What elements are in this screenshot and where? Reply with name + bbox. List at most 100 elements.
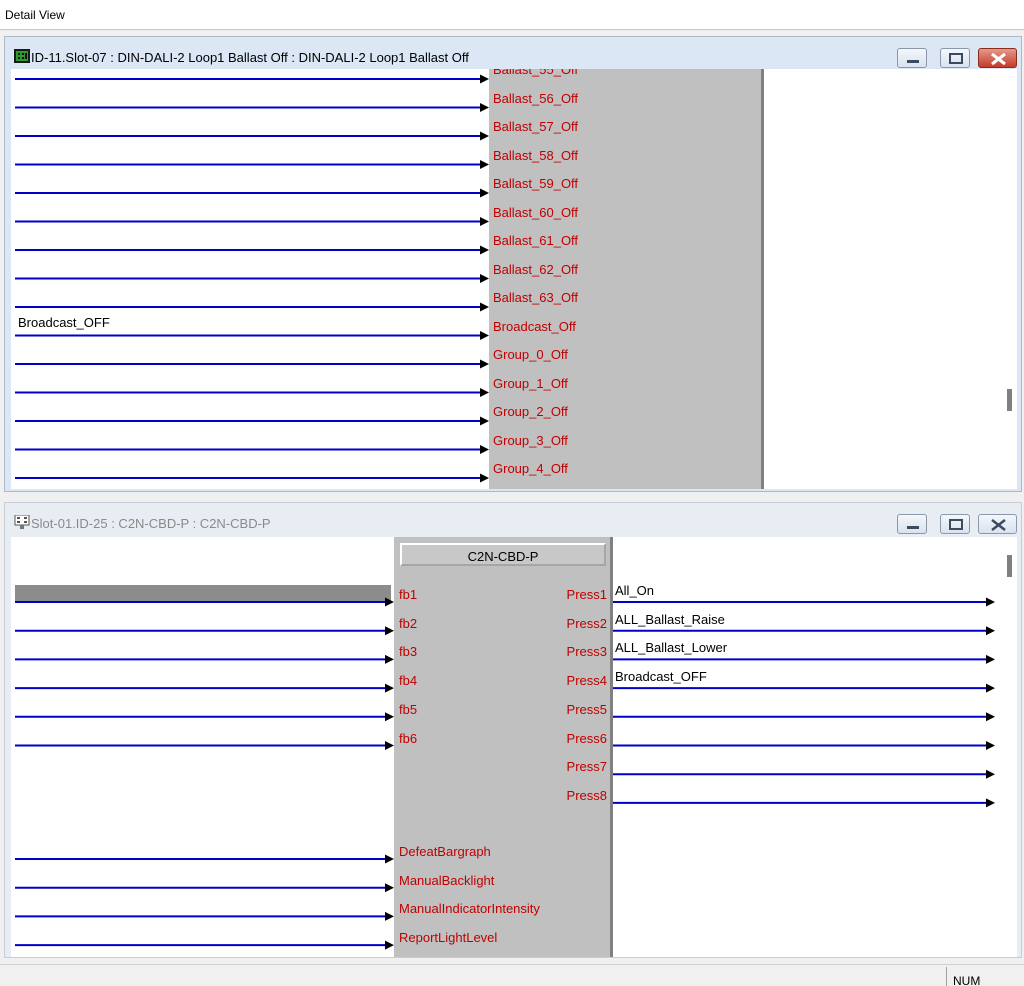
dali-loop-canvas[interactable]: Ballast_55_Off Ballast_56_Off Ballast_57_O… <box>11 69 1017 489</box>
keypad-input-wire-arrowhead <box>385 626 394 636</box>
minimize-icon <box>907 60 919 63</box>
dali-output-label: Group_2_Off <box>493 404 568 419</box>
keypad-output-signal-name: Broadcast_OFF <box>615 669 707 685</box>
keypad-output-signal-name: All_On <box>615 583 655 598</box>
dali-input-wire-arrowhead <box>480 74 489 84</box>
keypad-input-label: fb6 <box>399 730 418 746</box>
keypad-output-signal-name: ALL_Ballast_Raise <box>615 611 725 627</box>
keypad-input-label: fb3 <box>399 644 418 660</box>
dali-input-wire-arrowhead <box>480 188 489 198</box>
dali-output-label: Ballast_58_Off <box>493 147 579 163</box>
dali-output-label: Ballast_55_Off <box>493 69 579 77</box>
close-button[interactable] <box>978 48 1017 68</box>
keypad-output-label: Press3 <box>566 644 607 660</box>
dali-input-wire-arrowhead <box>480 331 489 340</box>
minimize-icon <box>907 526 919 529</box>
keypad-input-label: fb1 <box>399 587 418 602</box>
dali-output-label: Group_0_Off <box>493 347 568 362</box>
dali-input-wire-arrowhead <box>480 473 489 483</box>
keypad-input-label: fb2 <box>399 615 418 631</box>
keypad-output-wire-arrowhead <box>986 597 995 607</box>
detail-view-header: Detail View <box>0 0 1024 30</box>
keypad-output-label: Press5 <box>566 701 607 717</box>
keypad-input-wire-arrowhead <box>385 741 394 750</box>
keypad-output-label: Press7 <box>566 759 607 775</box>
keypad-device-icon <box>14 515 30 529</box>
keypad-output-label: Press2 <box>566 615 607 631</box>
keypad-output-label: Press6 <box>566 730 607 746</box>
dali-input-wire-arrowhead <box>480 274 489 283</box>
keypad-input-wire-arrowhead <box>385 654 394 664</box>
keypad-output-label: Press8 <box>566 787 607 803</box>
dali-loop-window[interactable]: ID-11.Slot-07 : DIN-DALI-2 Loop1 Ballast… <box>4 36 1022 492</box>
keypad-input-wire-arrowhead <box>385 940 394 950</box>
keypad-input-label: ReportLightLevel <box>399 930 498 946</box>
keypad-wires <box>15 585 995 950</box>
close-button[interactable] <box>978 514 1017 534</box>
num-lock-indicator: NUM <box>946 967 1024 986</box>
dali-input-wire-arrowhead <box>480 388 489 397</box>
keypad-input-wire-arrowhead <box>385 854 394 864</box>
maximize-icon <box>949 519 963 530</box>
dali-input-wire-arrowhead <box>480 131 489 141</box>
vertical-scrollbar-thumb[interactable] <box>1007 389 1012 411</box>
keypad-canvas[interactable]: C2N-CBD-P fb1 fb2 fb3 fb4 fb5 fb6 Press1 All_On… <box>11 537 1017 957</box>
keypad-output-wire-arrowhead <box>986 712 995 722</box>
keypad-input-wire-arrowhead <box>385 683 394 693</box>
keypad-input-label: ManualBacklight <box>399 872 495 888</box>
keypad-input-label: ManualIndicatorIntensity <box>399 901 540 917</box>
dali-loop-window-title: ID-11.Slot-07 : DIN-DALI-2 Loop1 Ballast… <box>31 50 469 65</box>
keypad-output-wire-arrowhead <box>986 798 995 808</box>
dali-input-wire-arrowhead <box>480 359 489 369</box>
dali-input-wire-arrowhead <box>480 416 489 426</box>
keypad-output-wire-arrowhead <box>986 683 995 693</box>
selected-wire-highlight[interactable] <box>15 585 391 601</box>
keypad-input-label: fb5 <box>399 701 418 717</box>
dali-module-icon <box>14 49 30 63</box>
dali-output-label: Group_4_Off <box>493 461 568 476</box>
keypad-input-label: DefeatBargraph <box>399 844 491 859</box>
dali-output-label: Ballast_61_Off <box>493 233 579 248</box>
dali-output-label: Group_1_Off <box>493 375 568 391</box>
dali-output-label: Group_3_Off <box>493 432 568 448</box>
minimize-button[interactable] <box>897 48 927 68</box>
keypad-window-title: Slot-01.ID-25 : C2N-CBD-P : C2N-CBD-P <box>31 516 271 531</box>
maximize-button[interactable] <box>940 514 970 534</box>
vertical-scrollbar-thumb[interactable] <box>1007 555 1012 577</box>
dali-output-label: Ballast_62_Off <box>493 261 579 277</box>
dali-output-label: Broadcast_Off <box>493 318 576 334</box>
keypad-output-wire-arrowhead <box>986 741 995 750</box>
close-icon <box>991 52 1006 66</box>
keypad-output-wire-arrowhead <box>986 769 995 779</box>
dali-output-label: Ballast_56_Off <box>493 90 579 106</box>
dali-input-signal-name: Broadcast_OFF <box>18 314 110 330</box>
dali-loop-window-titlebar[interactable]: ID-11.Slot-07 : DIN-DALI-2 Loop1 Ballast… <box>5 37 1021 73</box>
dali-input-wire-arrowhead <box>480 160 489 169</box>
keypad-input-wire-arrowhead <box>385 712 394 722</box>
dali-input-wire-arrowhead <box>480 245 489 255</box>
keypad-input-label: fb4 <box>399 673 418 689</box>
status-bar: NUM <box>0 964 1024 986</box>
dali-input-wire-arrowhead <box>480 445 489 454</box>
keypad-window[interactable]: Slot-01.ID-25 : C2N-CBD-P : C2N-CBD-P C2… <box>4 502 1022 958</box>
keypad-output-wire-arrowhead <box>986 654 995 664</box>
application-root: Detail View ID-11.Slot-07 : DIN-DALI-2 L… <box>0 0 1024 986</box>
dali-input-wire-arrowhead <box>480 302 489 312</box>
keypad-input-wire-arrowhead <box>385 883 394 893</box>
dali-output-label: Ballast_59_Off <box>493 176 579 191</box>
maximize-icon <box>949 53 963 64</box>
detail-view-title: Detail View <box>5 8 65 22</box>
close-icon <box>991 519 1006 531</box>
keypad-output-signal-name: ALL_Ballast_Lower <box>615 640 728 656</box>
keypad-output-wire-arrowhead <box>986 626 995 636</box>
minimize-button[interactable] <box>897 514 927 534</box>
keypad-output-label: Press1 <box>566 587 607 602</box>
dali-output-label: Ballast_57_Off <box>493 119 579 134</box>
keypad-window-titlebar[interactable]: Slot-01.ID-25 : C2N-CBD-P : C2N-CBD-P <box>5 503 1021 539</box>
keypad-output-label: Press4 <box>566 673 607 689</box>
num-lock-label: NUM <box>953 974 981 986</box>
dali-input-wire-arrowhead <box>480 217 489 226</box>
keypad-input-wire-arrowhead <box>385 911 394 921</box>
maximize-button[interactable] <box>940 48 970 68</box>
dali-output-label: Ballast_60_Off <box>493 204 579 220</box>
